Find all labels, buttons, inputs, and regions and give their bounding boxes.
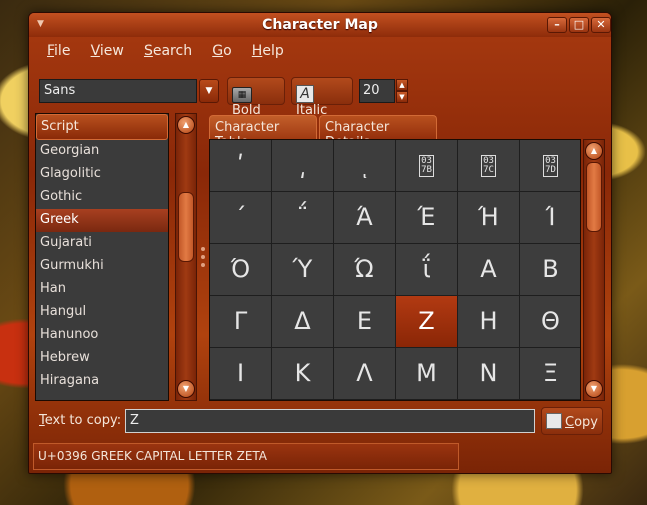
character-cell[interactable]: Ύ — [272, 244, 334, 296]
menu-search[interactable]: Search — [144, 43, 192, 59]
character-cell[interactable]: Β — [520, 244, 580, 296]
size-increase-button[interactable]: ▲ — [396, 79, 408, 91]
missing-glyph-hexbox: 03 7D — [543, 155, 558, 177]
character-cell[interactable]: ͺ — [334, 140, 396, 192]
close-button[interactable]: ✕ — [591, 17, 611, 33]
missing-glyph-hexbox: 03 7C — [481, 155, 496, 177]
italic-icon: A — [296, 85, 314, 103]
character-cell[interactable]: 03 7C — [458, 140, 520, 192]
menu-help[interactable]: Help — [252, 43, 284, 59]
scroll-down-icon[interactable]: ▼ — [177, 380, 195, 398]
script-list-item[interactable]: Gujarati — [36, 232, 168, 255]
scroll-up-icon[interactable]: ▲ — [585, 142, 603, 160]
italic-toggle-button[interactable]: AItalic — [291, 77, 353, 118]
character-cell[interactable]: 03 7D — [520, 140, 580, 192]
character-cell[interactable]: Κ — [272, 348, 334, 400]
character-cell[interactable]: Ά — [334, 192, 396, 244]
tab-character-details[interactable]: Character Details — [319, 115, 437, 150]
character-cell[interactable]: Γ — [210, 296, 272, 348]
text-to-copy-input[interactable]: Z — [125, 409, 535, 433]
character-cell[interactable]: Ε — [334, 296, 396, 348]
character-cell[interactable]: Ώ — [334, 244, 396, 296]
script-list-item[interactable]: Hanunoo — [36, 324, 168, 347]
script-list-item[interactable]: Hiragana — [36, 370, 168, 393]
copy-icon — [546, 413, 562, 429]
character-cell[interactable]: Ν — [458, 348, 520, 400]
script-list-item[interactable]: Gothic — [36, 186, 168, 209]
script-list-item[interactable]: Han — [36, 278, 168, 301]
menu-bar: File View Search Go Help — [37, 43, 290, 65]
script-list-scrollbar[interactable]: ▲ ▼ — [175, 113, 197, 401]
minimize-button[interactable]: – — [547, 17, 567, 33]
status-bar: U+0396 GREEK CAPITAL LETTER ZETA — [33, 443, 459, 470]
character-cell[interactable]: Έ — [396, 192, 458, 244]
scroll-down-icon[interactable]: ▼ — [585, 380, 603, 398]
scroll-up-icon[interactable]: ▲ — [177, 116, 195, 134]
font-toolbar: Sans ▼ ▦Bold AItalic 20 ▲ ▼ — [39, 77, 609, 118]
table-scroll-thumb[interactable] — [586, 162, 602, 232]
hex-bottom: 7C — [483, 165, 494, 175]
menu-view[interactable]: View — [91, 43, 124, 59]
character-cell[interactable]: ʹ — [210, 140, 272, 192]
chevron-down-icon: ▼ — [205, 86, 213, 96]
maximize-button[interactable]: □ — [569, 17, 589, 33]
character-cell[interactable]: Λ — [334, 348, 396, 400]
script-list-item[interactable]: Hangul — [36, 301, 168, 324]
hex-bottom: 7B — [421, 165, 432, 175]
script-items: Georgian Glagolitic Gothic Greek Gujarati Gur… — [36, 140, 168, 393]
menu-go[interactable]: Go — [212, 43, 231, 59]
character-cell[interactable]: Ξ — [520, 348, 580, 400]
character-cell[interactable]: Α — [458, 244, 520, 296]
character-cell[interactable]: Ζ — [396, 296, 458, 348]
script-list: Script Georgian Glagolitic Gothic Greek Guja… — [35, 113, 169, 401]
bold-icon: ▦ — [232, 87, 252, 103]
copy-button[interactable]: Copy — [541, 407, 603, 435]
character-table: ʹ ͵ ͺ 03 7B 03 7C 03 7D ΄ ΅ Ά Έ Ή Ί Ό Ύ Ώΐ Α Β Γ Δ Ε Ζ Η Θ Ι Κ Λ Μ Ν Ξ — [209, 139, 581, 401]
hex-bottom: 7D — [545, 165, 556, 175]
bold-toggle-button[interactable]: ▦Bold — [227, 77, 285, 118]
script-list-item[interactable]: Georgian — [36, 140, 168, 163]
character-cell[interactable]: Ή — [458, 192, 520, 244]
script-column-header[interactable]: Script — [36, 114, 168, 140]
title-bar[interactable]: ▼ Character Map – □ ✕ — [29, 13, 611, 37]
script-list-item[interactable]: Gurmukhi — [36, 255, 168, 278]
character-cell[interactable]: Ί — [520, 192, 580, 244]
character-cell[interactable]: ͵ — [272, 140, 334, 192]
character-cell[interactable]: ΄ — [210, 192, 272, 244]
character-cell[interactable]: Μ — [396, 348, 458, 400]
character-cell[interactable]: ΅ — [272, 192, 334, 244]
script-list-item[interactable]: Hebrew — [36, 347, 168, 370]
character-map-window: ▼ Character Map – □ ✕ File View Search G… — [28, 12, 612, 474]
character-cell[interactable]: ΐ — [396, 244, 458, 296]
pane-grip-icon[interactable] — [201, 247, 205, 251]
script-scroll-thumb[interactable] — [178, 192, 194, 262]
script-list-item[interactable]: Greek — [36, 209, 168, 232]
character-cell[interactable]: 03 7B — [396, 140, 458, 192]
font-family-dropdown-button[interactable]: ▼ — [199, 79, 219, 103]
character-cell[interactable]: Ό — [210, 244, 272, 296]
pane-grip-icon[interactable] — [201, 255, 205, 259]
character-cell[interactable]: Ι — [210, 348, 272, 400]
character-cell[interactable]: Δ — [272, 296, 334, 348]
character-cell[interactable]: Η — [458, 296, 520, 348]
size-decrease-button[interactable]: ▼ — [396, 91, 408, 103]
script-list-item[interactable]: Glagolitic — [36, 163, 168, 186]
missing-glyph-hexbox: 03 7B — [419, 155, 434, 177]
character-grid: ʹ ͵ ͺ 03 7B 03 7C 03 7D ΄ ΅ Ά Έ Ή Ί Ό Ύ Ώΐ Α Β Γ Δ Ε Ζ Η Θ Ι Κ Λ Μ Ν Ξ — [210, 140, 580, 400]
tab-character-table[interactable]: Character Table — [209, 115, 317, 150]
menu-file[interactable]: File — [47, 43, 70, 59]
character-cell[interactable]: Θ — [520, 296, 580, 348]
font-family-combo[interactable]: Sans — [39, 79, 197, 103]
pane-grip-icon[interactable] — [201, 263, 205, 267]
window-title: Character Map — [262, 17, 378, 33]
font-size-input[interactable]: 20 — [359, 79, 395, 103]
font-size-stepper: ▲ ▼ — [396, 79, 408, 103]
character-table-scrollbar[interactable]: ▲ ▼ — [583, 139, 605, 401]
text-to-copy-label: Text to copy: — [39, 413, 122, 428]
